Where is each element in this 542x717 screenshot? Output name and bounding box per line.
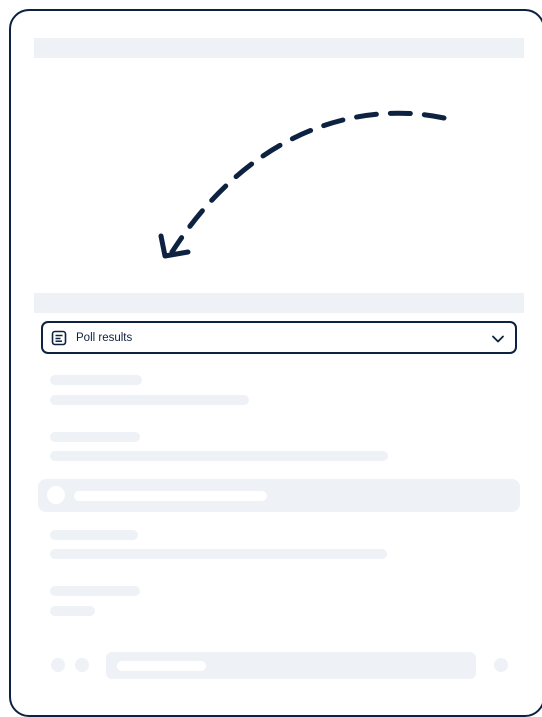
skeleton-section-header: [34, 293, 524, 313]
circle-icon[interactable]: [494, 658, 508, 672]
skeleton-line: [50, 451, 388, 461]
list-icon: [51, 330, 67, 346]
skeleton-line: [50, 549, 387, 559]
skeleton-title: [50, 432, 140, 442]
skeleton-line: [50, 395, 249, 405]
skeleton-title: [50, 375, 142, 385]
skeleton-line-short: [50, 606, 95, 616]
dropdown-label: Poll results: [76, 332, 133, 344]
radio-indicator: [47, 486, 65, 504]
chevron-down-icon[interactable]: [491, 332, 505, 346]
skeleton-line: [74, 491, 267, 501]
skeleton-title: [50, 586, 140, 596]
skeleton-input-text: [117, 661, 206, 671]
skeleton-title: [50, 530, 138, 540]
poll-results-dropdown[interactable]: Poll results: [41, 321, 517, 354]
circle-icon[interactable]: [51, 658, 65, 672]
circle-icon[interactable]: [75, 658, 89, 672]
